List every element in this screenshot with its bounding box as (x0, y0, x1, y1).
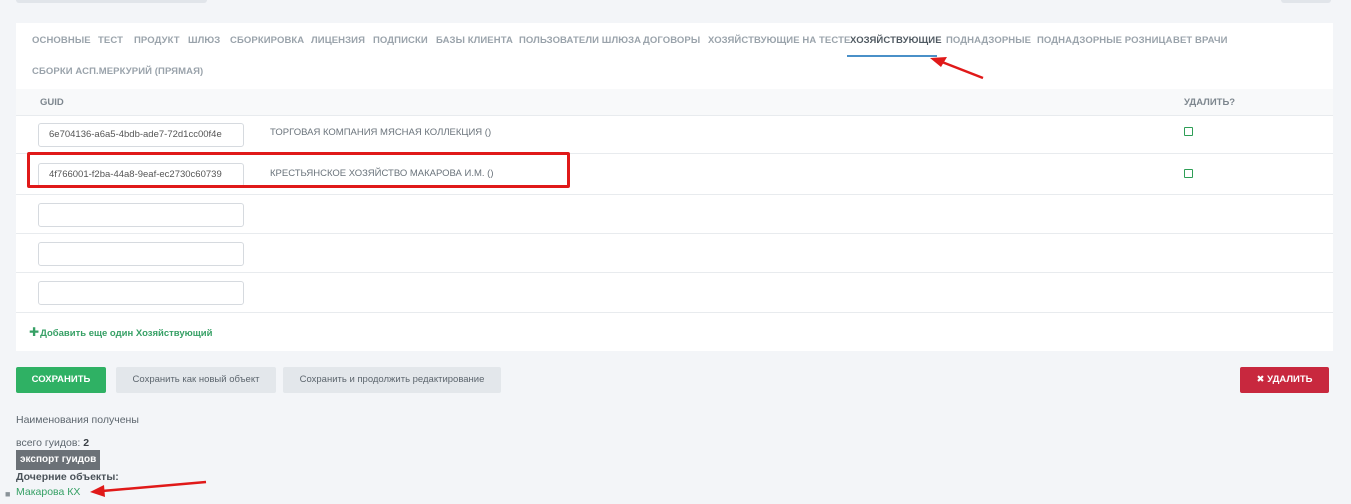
tab-product[interactable]: Продукт (134, 35, 180, 46)
list-bullet: ■ (5, 489, 11, 499)
close-icon: ✖ (1256, 374, 1265, 385)
tab-gateway-users[interactable]: Пользователи шлюза (519, 35, 641, 46)
tab-mercury-assemblies[interactable]: Сборки асп.меркурий (прямая) (32, 66, 203, 77)
save-as-new-button[interactable]: Сохранить как новый объект (116, 367, 276, 393)
guid-column-header: GUID (40, 97, 64, 108)
annotation-arrow-child-head (90, 485, 105, 497)
tab-vets[interactable]: Вет врачи (1173, 35, 1228, 46)
table-row: 6e704136-a6a5-4bdb-ade7-72d1cc00f4e Торг… (16, 115, 1333, 154)
guid-input[interactable] (38, 203, 244, 227)
tab-assembly[interactable]: Сборкировка (230, 35, 304, 46)
delete-button-label: Удалить (1267, 374, 1313, 385)
guid-input[interactable] (38, 242, 244, 266)
tab-license[interactable]: Лицензия (311, 35, 365, 46)
delete-button[interactable]: ✖ Удалить (1240, 367, 1329, 393)
export-guids-button[interactable]: экспорт гуидов (16, 450, 101, 470)
delete-checkbox[interactable] (1184, 169, 1193, 178)
top-stub-left (16, 0, 207, 3)
tab-entities[interactable]: Хозяйствующие (850, 35, 942, 46)
names-received-text: Наименования получены (16, 414, 139, 426)
child-objects-label: Дочерние объекты: (16, 471, 119, 483)
table-header: GUID Удалить? (16, 89, 1333, 115)
delete-checkbox[interactable] (1184, 127, 1193, 136)
tab-basic[interactable]: Основные (32, 35, 91, 46)
table-row (16, 194, 1333, 234)
child-object-link[interactable]: Макарова КХ (16, 486, 80, 498)
total-guids-value: 2 (83, 437, 90, 449)
active-tab-underline (847, 55, 937, 57)
tab-test[interactable]: Тест (98, 35, 123, 46)
tab-contracts[interactable]: Договоры (643, 35, 700, 46)
tab-subscriptions[interactable]: Подписки (373, 35, 428, 46)
save-and-continue-button[interactable]: Сохранить и продолжить редактирование (283, 367, 501, 393)
table-row (16, 272, 1333, 313)
plus-icon: ✚ (29, 325, 40, 339)
tab-supervised-retail[interactable]: Поднадзорные розница (1037, 35, 1173, 46)
entity-name: Торговая компания мясная коллекция () (270, 127, 492, 138)
add-entity-label: Добавить еще один Хозяйствующий (40, 328, 213, 339)
add-entity-link[interactable]: ✚Добавить еще один Хозяйствующий (29, 325, 213, 339)
guid-input[interactable] (38, 281, 244, 305)
tab-bar: Основные Тест Продукт Шлюз Сборкировка Л… (16, 23, 1333, 85)
guid-input[interactable]: 6e704136-a6a5-4bdb-ade7-72d1cc00f4e (38, 123, 244, 147)
top-stub-right (1281, 0, 1331, 3)
delete-column-header: Удалить? (1184, 97, 1236, 108)
annotation-arrow-child (101, 480, 207, 493)
tab-gateway[interactable]: Шлюз (188, 35, 220, 46)
tab-client-bases[interactable]: Базы клиента (436, 35, 513, 46)
save-button[interactable]: Сохранить (16, 367, 106, 393)
total-guids-line: всего гуидов: 2 (16, 437, 89, 449)
annotation-highlight-box (27, 152, 570, 188)
table-row (16, 233, 1333, 273)
total-guids-label: всего гуидов: (16, 437, 81, 449)
tab-supervised[interactable]: Поднадзорные (946, 35, 1031, 46)
tab-entities-on-test[interactable]: Хозяйствующие на тесте (708, 35, 850, 46)
